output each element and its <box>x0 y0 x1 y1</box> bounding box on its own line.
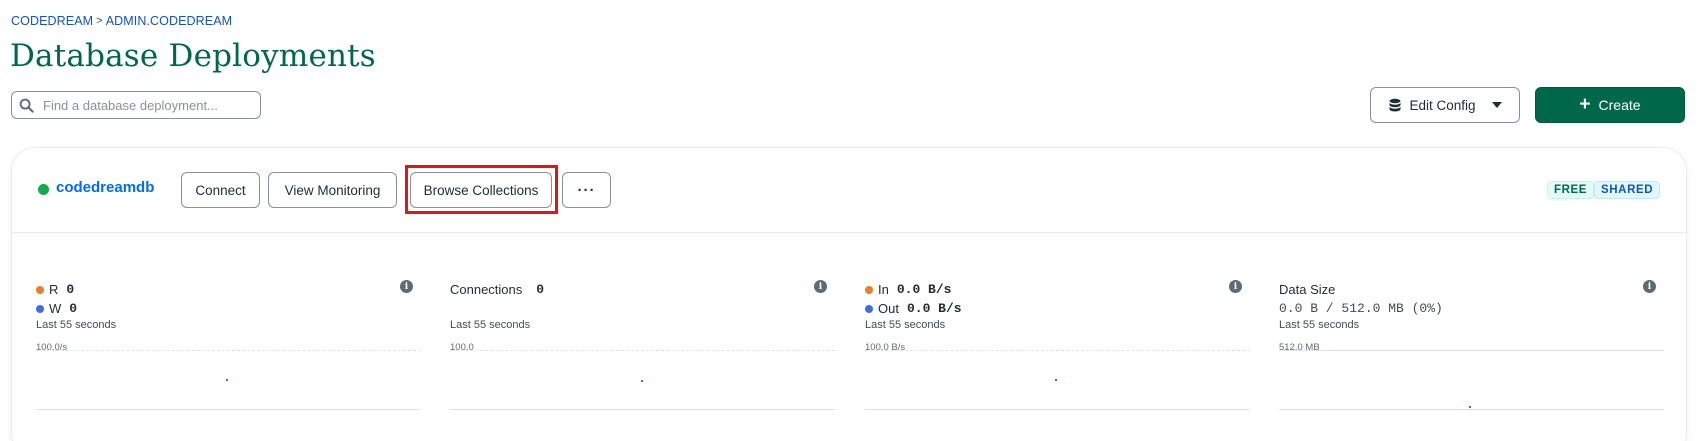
chart-point <box>1469 406 1471 408</box>
chart-point <box>641 380 643 382</box>
write-value: 0 <box>69 301 78 316</box>
card-divider <box>12 232 1686 233</box>
out-label: Out <box>878 301 899 316</box>
info-icon[interactable]: i <box>1229 280 1242 293</box>
chart-baseline <box>1279 409 1664 410</box>
data-size-value: 0.0 B / 512.0 MB (0%) <box>1279 301 1443 316</box>
network-metric[interactable]: In 0.0 B/s Out 0.0 B/s Last 55 seconds 100… <box>865 280 1250 420</box>
ops-sparkline <box>36 350 421 410</box>
in-label: In <box>878 282 889 297</box>
caret-down-icon <box>1491 102 1502 108</box>
chart-gridline <box>450 350 835 351</box>
connections-sparkline <box>450 350 835 410</box>
data-size-label: Data Size <box>1279 282 1336 297</box>
free-badge: FREE <box>1547 181 1595 199</box>
data-size-metric[interactable]: Data Size 0.0 B / 512.0 MB (0%) Last 55 … <box>1279 280 1664 420</box>
breadcrumb-separator: > <box>96 15 103 27</box>
in-dot <box>865 285 873 294</box>
out-value: 0.0 B/s <box>906 301 962 316</box>
network-window: Last 55 seconds <box>865 319 946 331</box>
create-button[interactable]: + Create <box>1535 87 1685 123</box>
read-dot <box>36 285 44 294</box>
data-size-sparkline <box>1279 350 1664 410</box>
connect-button[interactable]: Connect <box>181 172 260 208</box>
chart-gridline <box>36 350 421 351</box>
cluster-status-dot <box>38 184 49 195</box>
network-sparkline <box>865 350 1250 410</box>
chart-baseline <box>450 409 835 410</box>
info-icon[interactable]: i <box>400 280 413 293</box>
database-icon <box>1389 98 1401 111</box>
chart-baseline <box>36 409 421 410</box>
connections-value: 0 <box>536 282 545 297</box>
breadcrumb-org[interactable]: CODEDREAM <box>11 14 93 28</box>
plus-icon: + <box>1579 93 1591 115</box>
info-icon[interactable]: i <box>814 280 827 293</box>
search-icon <box>19 98 34 113</box>
search-input[interactable] <box>43 97 243 113</box>
chart-point <box>226 379 228 381</box>
connections-label: Connections <box>450 282 523 297</box>
browse-collections-button[interactable]: Browse Collections <box>410 172 552 208</box>
write-dot <box>36 304 44 313</box>
edit-config-button[interactable]: Edit Config <box>1370 87 1520 123</box>
cluster-name-link[interactable]: codedreamdb <box>56 179 154 196</box>
search-box[interactable] <box>11 91 261 119</box>
out-dot <box>865 304 873 313</box>
page-title: Database Deployments <box>10 38 376 74</box>
breadcrumb: CODEDREAM > ADMIN.CODEDREAM <box>11 14 232 28</box>
view-monitoring-button[interactable]: View Monitoring <box>268 172 397 208</box>
connections-window: Last 55 seconds <box>450 319 531 331</box>
data-size-window: Last 55 seconds <box>1279 319 1360 331</box>
read-value: 0 <box>66 282 75 297</box>
chart-gridline <box>1279 350 1664 351</box>
ops-window: Last 55 seconds <box>36 319 117 331</box>
read-label: R <box>49 282 59 297</box>
shared-badge: SHARED <box>1594 181 1661 199</box>
create-label: Create <box>1598 97 1641 113</box>
chart-point <box>1055 379 1057 381</box>
in-value: 0.0 B/s <box>896 282 952 297</box>
ops-metric[interactable]: R0 W0 Last 55 seconds 100.0/s i <box>36 280 421 420</box>
connections-metric[interactable]: Connections 0 Last 55 seconds 100.0 i <box>450 280 835 420</box>
chart-gridline <box>865 350 1250 351</box>
breadcrumb-project[interactable]: ADMIN.CODEDREAM <box>106 14 233 28</box>
chart-baseline <box>865 409 1250 410</box>
cluster-card: codedreamdb Connect View Monitoring Brow… <box>11 147 1687 441</box>
write-label: W <box>49 301 62 316</box>
edit-config-label: Edit Config <box>1409 97 1476 113</box>
more-options-button[interactable]: ··· <box>562 172 611 208</box>
info-icon[interactable]: i <box>1643 280 1656 293</box>
